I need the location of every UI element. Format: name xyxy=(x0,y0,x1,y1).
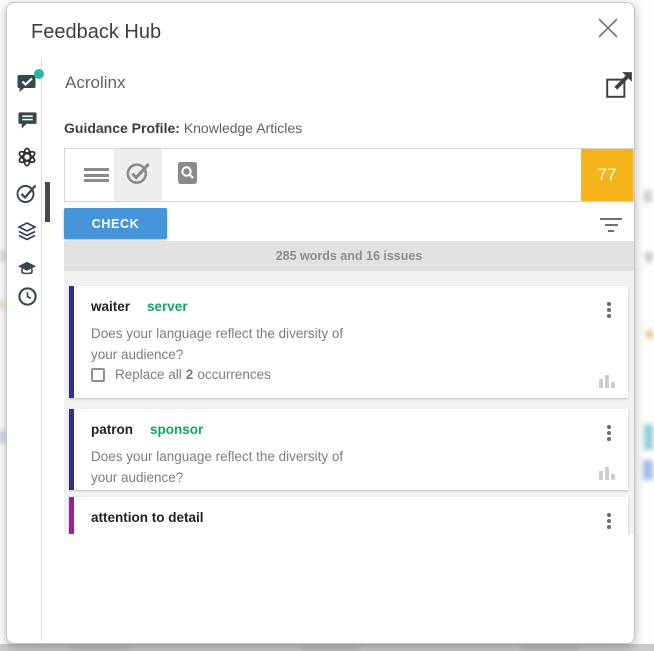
card-menu-button[interactable] xyxy=(600,509,618,533)
external-link-icon xyxy=(604,70,634,105)
occurrence-count: 2 xyxy=(186,367,194,382)
background-blur-fragment xyxy=(520,646,580,650)
replace-label-suffix: occurrences xyxy=(197,367,271,382)
replace-all-checkbox[interactable] xyxy=(91,368,105,382)
issue-card-attention-to-detail[interactable]: attention to detail xyxy=(69,497,628,534)
background-blur-fragment xyxy=(644,424,653,450)
background-blur-fragment xyxy=(645,252,653,262)
dialog-title: Feedback Hub xyxy=(31,21,161,44)
bar-chart-icon xyxy=(599,375,615,388)
card-menu-button[interactable] xyxy=(600,298,618,322)
summary-text: 285 words and 16 issues xyxy=(276,249,423,263)
graduation-cap-icon xyxy=(17,260,37,283)
menu-button[interactable] xyxy=(75,149,117,201)
card-menu-button[interactable] xyxy=(600,421,618,445)
sidebar-active-indicator xyxy=(45,182,50,222)
sidebar-item-comments[interactable] xyxy=(13,110,41,136)
openai-icon xyxy=(16,146,38,173)
guideline-question: Does your language reflect the diversity… xyxy=(91,447,353,489)
filter-icon xyxy=(600,218,622,221)
sidebar-item-ai-assistant[interactable] xyxy=(13,146,41,172)
background-blur-fragment xyxy=(300,646,360,650)
feedback-hub-dialog: Feedback Hub xyxy=(6,2,635,644)
notification-badge xyxy=(34,69,44,79)
sidebar-item-layers[interactable] xyxy=(13,221,41,247)
issue-term: patron xyxy=(91,422,133,437)
background-blur-fragment xyxy=(0,250,5,262)
sidebar-divider xyxy=(41,58,42,641)
background-blur-fragment xyxy=(643,460,653,480)
guidance-profile-value: Knowledge Articles xyxy=(184,120,302,136)
suggestion-link[interactable]: sponsor xyxy=(150,422,203,437)
guidance-profile-label: Guidance Profile: xyxy=(64,120,180,136)
app-name: Acrolinx xyxy=(65,73,125,93)
background-blur-fragment xyxy=(0,430,5,444)
suggestion-link[interactable]: server xyxy=(147,299,188,314)
replace-all-row: Replace all 2 occurrences xyxy=(91,367,271,382)
replace-label: Replace all xyxy=(115,367,182,382)
sidebar-item-learning[interactable] xyxy=(13,258,41,284)
close-button[interactable] xyxy=(591,13,625,47)
layers-icon xyxy=(16,221,38,248)
check-button[interactable]: CHECK xyxy=(64,208,167,239)
issue-term: attention to detail xyxy=(91,510,204,525)
score-badge[interactable]: 77 xyxy=(581,149,633,201)
circle-check-icon xyxy=(15,181,39,210)
background-blur-fragment xyxy=(644,190,652,203)
close-icon xyxy=(594,14,622,47)
background-blur-fragment xyxy=(646,330,653,339)
guidance-profile: Guidance Profile: Knowledge Articles xyxy=(64,120,302,136)
sidebar-item-acrolinx-check[interactable] xyxy=(13,182,41,208)
circle-check-icon xyxy=(125,159,152,191)
summary-bar: 285 words and 16 issues xyxy=(64,241,634,271)
background-blur-fragment xyxy=(0,300,4,310)
toolbar: 77 xyxy=(64,148,634,202)
check-results-tab[interactable] xyxy=(114,149,162,201)
issue-card-waiter[interactable]: waiter server Does your language reflect… xyxy=(69,286,628,398)
document-search-icon xyxy=(177,161,198,190)
hamburger-icon xyxy=(84,166,109,184)
speech-bubble-icon xyxy=(17,110,38,136)
open-in-new-window-button[interactable] xyxy=(603,71,635,103)
clock-icon xyxy=(17,286,38,312)
guideline-question: Does your language reflect the diversity… xyxy=(91,324,353,366)
issue-term: waiter xyxy=(91,299,130,314)
sidebar-item-history[interactable] xyxy=(13,286,41,312)
background-blur-fragment xyxy=(70,646,130,650)
issue-card-patron[interactable]: patron sponsor Does your language reflec… xyxy=(69,409,628,490)
filter-button[interactable] xyxy=(596,212,626,238)
bar-chart-icon xyxy=(599,467,615,480)
issue-list: waiter server Does your language reflect… xyxy=(64,271,634,534)
document-search-tab[interactable] xyxy=(165,149,209,201)
